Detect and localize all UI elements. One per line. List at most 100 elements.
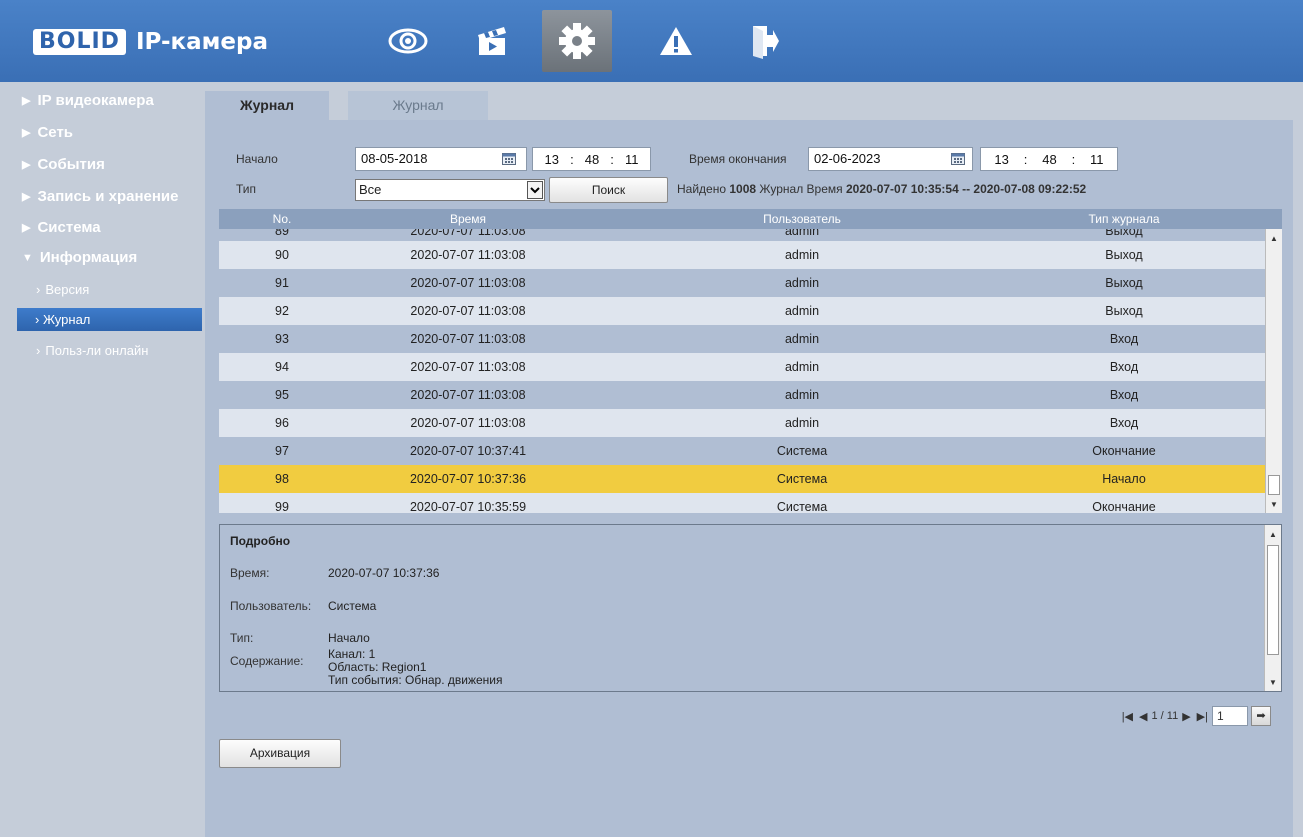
clapperboard-icon <box>478 27 506 55</box>
detail-type-label: Тип: <box>230 631 254 645</box>
start-hour[interactable]: 13 <box>545 152 559 167</box>
table-row[interactable]: 90 2020-07-07 11:03:08 admin Выход <box>219 241 1265 269</box>
page-input[interactable]: 1 <box>1212 706 1248 726</box>
log-panel: Начало 08-05-2018 13: 48: 11 Время оконч… <box>205 120 1293 837</box>
type-label: Тип <box>236 182 257 196</box>
search-button[interactable]: Поиск <box>549 177 668 203</box>
table-row[interactable]: 97 2020-07-07 10:37:41 Система Окончание <box>219 437 1265 465</box>
cell-no: 97 <box>275 444 289 458</box>
cell-time: 2020-07-07 11:03:08 <box>410 388 526 402</box>
sidebar-item-system[interactable]: ▶ Система <box>22 219 101 236</box>
cell-no: 95 <box>275 388 289 402</box>
sidebar-item-storage[interactable]: ▶ Запись и хранение <box>22 188 178 205</box>
sidebar-subitem-log[interactable]: › Журнал <box>17 308 202 331</box>
type-select[interactable]: Все <box>355 179 545 201</box>
detail-scrollbar[interactable]: ▲ ▼ <box>1264 525 1281 691</box>
detail-type-value: Начало <box>328 631 370 645</box>
cell-type: Вход <box>1109 332 1139 346</box>
expand-arrow-icon: ▶ <box>22 222 31 234</box>
sidebar-subitem-version[interactable]: › Версия <box>36 282 89 297</box>
scroll-down-icon[interactable]: ▼ <box>1265 675 1281 689</box>
table-row[interactable]: 96 2020-07-07 11:03:08 admin Вход <box>219 409 1265 437</box>
tab-log[interactable]: Журнал <box>205 91 329 120</box>
table-row[interactable]: 92 2020-07-07 11:03:08 admin Выход <box>219 297 1265 325</box>
end-date-field[interactable]: 02-06-2023 <box>808 147 973 171</box>
end-time-field[interactable]: 13: 48: 11 <box>980 147 1118 171</box>
cell-time: 2020-07-07 10:35:59 <box>409 500 527 513</box>
sidebar-item-ip-camera[interactable]: ▶ IP видеокамера <box>22 92 154 109</box>
nav-settings[interactable] <box>542 10 612 72</box>
cell-user: Система <box>776 472 828 486</box>
table-scrollbar[interactable]: ▲ ▼ <box>1265 229 1282 513</box>
scroll-down-icon[interactable]: ▼ <box>1266 497 1282 511</box>
table-row[interactable]: 99 2020-07-07 10:35:59 Система Окончание <box>219 493 1265 513</box>
cell-user: admin <box>784 304 820 318</box>
nav-playback[interactable] <box>457 10 527 72</box>
sidebar-subitem-label: Польз-ли онлайн <box>45 343 149 358</box>
warning-icon <box>660 27 692 55</box>
end-second[interactable]: 11 <box>1090 152 1104 167</box>
time-separator: : <box>570 151 574 167</box>
sidebar-item-information[interactable]: ▼ Информация <box>22 249 137 266</box>
scroll-thumb[interactable] <box>1268 475 1280 495</box>
end-hour[interactable]: 13 <box>994 152 1008 167</box>
expand-arrow-icon: ▶ <box>22 191 31 203</box>
last-page-icon[interactable]: ▶| <box>1197 710 1208 723</box>
cell-user: admin <box>784 416 820 430</box>
table-row[interactable]: 91 2020-07-07 11:03:08 admin Выход <box>219 269 1265 297</box>
sidebar-item-label: События <box>37 156 105 173</box>
calendar-icon[interactable] <box>951 153 965 165</box>
table-row[interactable]: 94 2020-07-07 11:03:08 admin Вход <box>219 353 1265 381</box>
end-minute[interactable]: 48 <box>1042 152 1056 167</box>
table-row-selected[interactable]: 98 2020-07-07 10:37:36 Система Начало <box>219 465 1265 493</box>
calendar-icon[interactable] <box>502 153 516 165</box>
archive-button[interactable]: Архивация <box>219 739 341 768</box>
nav-alarm[interactable] <box>641 10 711 72</box>
col-header-no[interactable]: No. <box>273 212 292 226</box>
exit-icon <box>753 26 779 59</box>
cell-type: Окончание <box>1092 500 1156 513</box>
cell-no: 91 <box>275 276 289 290</box>
sidebar-item-label: Информация <box>39 249 138 266</box>
start-minute[interactable]: 48 <box>585 152 599 167</box>
cell-user: admin <box>784 332 820 346</box>
start-label: Начало <box>236 152 278 166</box>
table-row[interactable]: 95 2020-07-07 11:03:08 admin Вход <box>219 381 1265 409</box>
cell-user: admin <box>784 276 820 290</box>
go-page-button[interactable]: ➡ <box>1251 706 1271 726</box>
expand-arrow-icon: ▶ <box>22 95 31 107</box>
prev-page-icon[interactable]: ◀ <box>1139 710 1147 723</box>
scroll-thumb[interactable] <box>1267 545 1279 655</box>
scroll-up-icon[interactable]: ▲ <box>1265 527 1281 541</box>
col-header-user[interactable]: Пользователь <box>763 212 841 226</box>
cell-no: 96 <box>275 416 289 430</box>
start-second[interactable]: 11 <box>625 152 639 167</box>
tab-log-secondary[interactable]: Журнал <box>348 91 488 120</box>
col-header-time[interactable]: Время <box>450 212 486 226</box>
detail-panel: Подробно Время: 2020-07-07 10:37:36 Поль… <box>219 524 1282 692</box>
collapse-arrow-icon: ▼ <box>22 251 33 264</box>
sidebar-item-label: Система <box>37 219 101 236</box>
cell-no: 93 <box>275 332 289 346</box>
sidebar-subitem-online-users[interactable]: › Польз-ли онлайн <box>36 343 148 358</box>
first-page-icon[interactable]: |◀ <box>1122 710 1133 723</box>
nav-live-view[interactable] <box>373 10 443 72</box>
logo: BOLID IP-камера <box>33 27 268 57</box>
scroll-up-icon[interactable]: ▲ <box>1266 231 1282 245</box>
detail-time-value: 2020-07-07 10:37:36 <box>328 566 440 580</box>
table-row[interactable]: 93 2020-07-07 11:03:08 admin Вход <box>219 325 1265 353</box>
sidebar-subitem-label: Версия <box>45 282 90 297</box>
nav-logout[interactable] <box>729 10 799 72</box>
sidebar-item-network[interactable]: ▶ Сеть <box>22 124 73 141</box>
col-header-type[interactable]: Тип журнала <box>1088 212 1159 226</box>
end-date-value: 02-06-2023 <box>814 151 881 166</box>
cell-no: 90 <box>275 248 289 262</box>
end-label: Время окончания <box>689 152 787 166</box>
pagination: |◀ ◀ 1 / 11 ▶ ▶| 1 ➡ <box>1122 706 1271 726</box>
sidebar-item-events[interactable]: ▶ События <box>22 156 105 173</box>
time-separator: : <box>1023 151 1028 167</box>
cell-type: Выход <box>1105 248 1143 262</box>
next-page-icon[interactable]: ▶ <box>1182 710 1190 723</box>
cell-time: 2020-07-07 11:03:08 <box>410 276 526 290</box>
start-time-field[interactable]: 13: 48: 11 <box>532 147 651 171</box>
